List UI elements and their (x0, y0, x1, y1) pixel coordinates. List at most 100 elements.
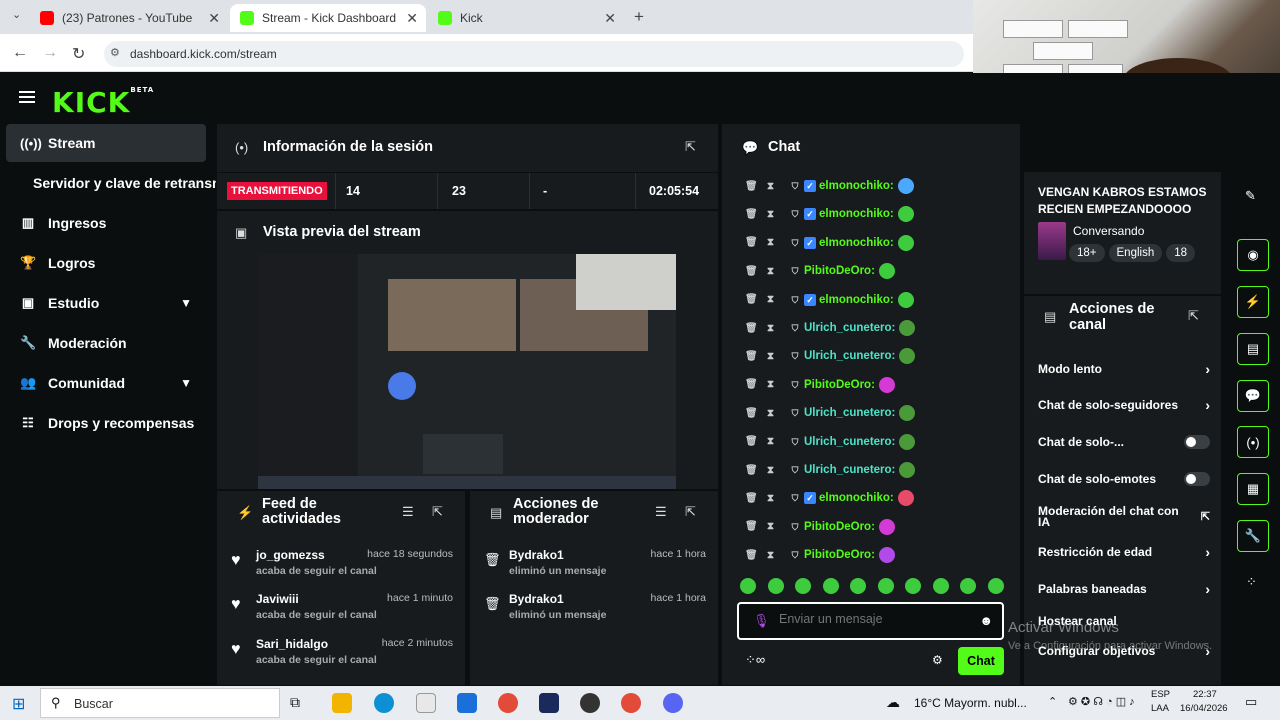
timeout-icon[interactable]: ⧗ (767, 294, 777, 305)
chat-input-box[interactable]: 🎙 ☻ (737, 602, 1004, 640)
chat-username[interactable]: elmonochiko: (819, 237, 894, 249)
timeout-icon[interactable]: ⧗ (767, 436, 777, 447)
delete-message-icon[interactable]: 🗑 (745, 379, 758, 390)
emote-picker-icon[interactable] (767, 578, 784, 594)
popout-icon[interactable]: ⇱ (432, 504, 443, 520)
timeout-icon[interactable]: ⧗ (767, 181, 777, 192)
timeout-icon[interactable]: ⧗ (767, 209, 777, 220)
emoji-icon[interactable]: ☻ (979, 613, 993, 628)
sidebar-item-drops[interactable]: ☷ Drops y recompensas (6, 404, 206, 442)
filter-icon[interactable]: ☰ (655, 504, 667, 520)
lightning-icon[interactable]: ⚡ (1237, 286, 1269, 318)
camera-icon[interactable]: ◉ (1237, 239, 1269, 271)
chat-bubble-icon[interactable]: 💬 (1237, 380, 1269, 412)
channel-action-item[interactable]: Moderación del chat con IA ⇱ (1038, 504, 1210, 530)
emote-picker-icon[interactable] (932, 578, 949, 594)
broadcast-icon[interactable]: (•) (1237, 426, 1269, 458)
chat-username[interactable]: PibitoDeOro: (804, 549, 875, 561)
kick-points-icon[interactable]: ⁘ (1246, 574, 1257, 590)
delete-message-icon[interactable]: 🗑 (745, 465, 758, 476)
follower-name[interactable]: Sari_hidalgo (256, 637, 328, 651)
reload-icon[interactable]: ↻ (72, 44, 85, 64)
obs-icon[interactable] (580, 693, 600, 713)
vegas-icon[interactable] (539, 693, 559, 713)
chat-username[interactable]: elmonochiko: (819, 180, 894, 192)
timeout-icon[interactable]: ⧗ (767, 237, 777, 248)
channel-action-item[interactable]: Restricción de edad › (1038, 542, 1210, 562)
tab-list-chevron-icon[interactable]: ⌄ (12, 8, 21, 21)
delete-message-icon[interactable]: 🗑 (745, 237, 758, 248)
moderator-name[interactable]: Bydrako1 (509, 592, 564, 606)
discord-icon[interactable] (663, 693, 683, 713)
emote-picker-icon[interactable] (822, 578, 839, 594)
timeout-icon[interactable]: ⧗ (767, 379, 777, 390)
delete-message-icon[interactable]: 🗑 (745, 408, 758, 419)
sidebar-item-estudio[interactable]: ▣ Estudio ▼ (6, 284, 206, 322)
sidebar-item-logros[interactable]: 🏆 Logros (6, 244, 206, 282)
popout-icon[interactable]: ⇱ (685, 504, 696, 520)
delete-message-icon[interactable]: 🗑 (745, 294, 758, 305)
stream-preview-video[interactable] (258, 254, 676, 489)
channel-action-item[interactable]: Modo lento › (1038, 359, 1210, 379)
emote-picker-icon[interactable] (905, 578, 922, 594)
channel-action-item[interactable]: Chat de solo-seguidores › (1038, 395, 1210, 415)
category-name[interactable]: Conversando (1073, 224, 1144, 238)
chrome-profile-icon[interactable] (621, 693, 641, 713)
emote-picker-icon[interactable] (740, 578, 756, 594)
wrench-icon[interactable]: 🔧 (1237, 520, 1269, 552)
timeout-icon[interactable]: ⧗ (767, 351, 777, 362)
delete-message-icon[interactable]: 🗑 (745, 351, 758, 362)
emote-picker-icon[interactable] (795, 578, 812, 594)
emote-picker-icon[interactable] (987, 578, 1004, 594)
clock-time[interactable]: 22:37 (1193, 689, 1217, 700)
timeout-icon[interactable]: ⧗ (767, 465, 777, 476)
follower-name[interactable]: jo_gomezss (256, 548, 325, 562)
chat-username[interactable]: Ulrich_cunetero: (804, 407, 895, 419)
windows-start-icon[interactable]: ⊞ (12, 694, 25, 714)
channel-action-item[interactable]: Palabras baneadas › (1038, 579, 1210, 599)
taskbar-search[interactable]: ⚲ Buscar (40, 688, 280, 718)
popout-icon[interactable]: ⇱ (685, 139, 696, 155)
new-tab-icon[interactable]: + (634, 7, 644, 27)
delete-message-icon[interactable]: 🗑 (745, 493, 758, 504)
chat-username[interactable]: Ulrich_cunetero: (804, 464, 895, 476)
tab-kick-dashboard[interactable]: Stream - Kick Dashboard ✕ (230, 4, 426, 32)
menu-icon[interactable] (19, 91, 35, 103)
language-code[interactable]: ESP (1151, 689, 1170, 700)
kick-logo[interactable]: KICKBETA (52, 86, 154, 119)
filter-icon[interactable]: ☰ (402, 504, 414, 520)
popout-icon[interactable]: ⇱ (1188, 308, 1199, 324)
chat-username[interactable]: elmonochiko: (819, 492, 894, 504)
microphone-icon[interactable]: 🎙 (753, 613, 770, 629)
delete-message-icon[interactable]: 🗑 (745, 550, 758, 561)
delete-message-icon[interactable]: 🗑 (745, 323, 758, 334)
edit-pencil-icon[interactable]: ✎ (1245, 188, 1256, 204)
emote-picker-icon[interactable] (850, 578, 867, 594)
site-info-icon[interactable]: ⚙ (110, 46, 120, 59)
clock-date[interactable]: 16/04/2026 (1180, 703, 1228, 714)
url-field[interactable]: ⚙ dashboard.kick.com/stream (104, 41, 964, 67)
kick-points-icon[interactable]: ⁘∞ (745, 652, 765, 668)
settings-gear-icon[interactable]: ⚙ (932, 653, 943, 667)
delete-message-icon[interactable]: 🗑 (745, 266, 758, 277)
store-icon[interactable] (416, 693, 436, 713)
toggle-switch[interactable] (1184, 472, 1210, 486)
sidebar-item-stream[interactable]: ((•)) Stream (6, 124, 206, 162)
send-chat-button[interactable]: Chat (958, 647, 1004, 675)
forward-icon[interactable]: → (42, 44, 58, 62)
delete-message-icon[interactable]: 🗑 (745, 181, 758, 192)
chat-username[interactable]: PibitoDeOro: (804, 521, 875, 533)
emote-picker-icon[interactable] (877, 578, 894, 594)
sidebar-item-ingresos[interactable]: ▥ Ingresos (6, 204, 206, 242)
moderator-name[interactable]: Bydrako1 (509, 548, 564, 562)
follower-name[interactable]: Javiwiii (256, 592, 299, 606)
tab-youtube[interactable]: (23) Patrones - YouTube ✕ (30, 4, 228, 32)
timeout-icon[interactable]: ⧗ (767, 323, 777, 334)
mail-icon[interactable] (457, 693, 477, 713)
document-icon[interactable]: ▤ (1237, 333, 1269, 365)
back-icon[interactable]: ← (12, 44, 28, 62)
weather-text[interactable]: 16°C Mayorm. nubl... (914, 696, 1027, 710)
timeout-icon[interactable]: ⧗ (767, 493, 777, 504)
sidebar-item-comunidad[interactable]: 👥 Comunidad ▼ (6, 364, 206, 402)
delete-message-icon[interactable]: 🗑 (745, 521, 758, 532)
